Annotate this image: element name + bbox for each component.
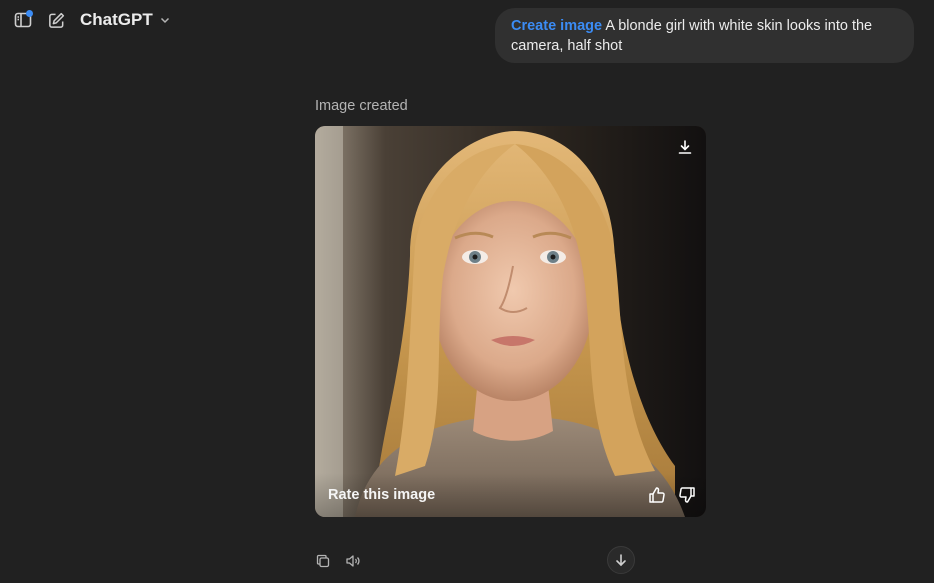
model-selector[interactable]: ChatGPT: [80, 8, 171, 32]
notification-dot: [26, 10, 33, 17]
image-created-caption: Image created: [315, 98, 408, 114]
rate-image-label: Rate this image: [328, 487, 436, 503]
generated-image[interactable]: Rate this image: [315, 126, 706, 517]
rate-bar: Rate this image: [315, 473, 706, 517]
create-image-command: Create image: [511, 18, 603, 34]
new-chat-button[interactable]: [44, 8, 68, 32]
model-name: ChatGPT: [80, 10, 153, 29]
sidebar-toggle-button[interactable]: [11, 8, 35, 32]
download-icon: [677, 139, 693, 155]
message-actions: [313, 551, 363, 571]
new-chat-icon: [47, 11, 66, 30]
chevron-down-icon: [159, 14, 171, 26]
scroll-down-button[interactable]: [607, 546, 635, 574]
thumbs-down-icon[interactable]: [678, 486, 696, 504]
copy-icon[interactable]: [313, 551, 333, 571]
user-message: Create image A blonde girl with white sk…: [495, 8, 914, 63]
download-button[interactable]: [674, 136, 696, 158]
thumbs-up-icon[interactable]: [648, 486, 666, 504]
sidebar-toggle-icon: [13, 10, 33, 30]
portrait-image: [315, 126, 706, 517]
speaker-icon[interactable]: [343, 551, 363, 571]
arrow-down-icon: [614, 553, 628, 567]
